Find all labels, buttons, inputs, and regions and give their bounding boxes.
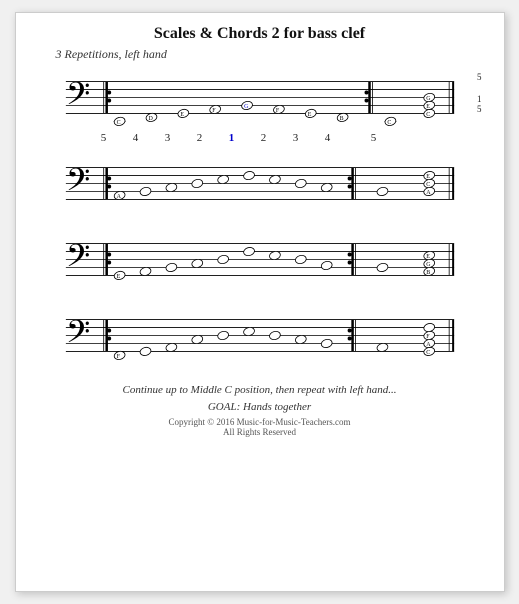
svg-text:E: E	[426, 174, 430, 180]
svg-text:D: D	[148, 116, 153, 122]
page-title: Scales & Chords 2 for bass clef	[154, 25, 365, 43]
svg-text:𝄢: 𝄢	[65, 239, 89, 281]
staff-svg-3: 𝄢 E	[36, 226, 484, 296]
svg-text:𝄢: 𝄢	[65, 315, 89, 357]
finger-right-1: 515	[477, 72, 482, 115]
copyright-line1: Copyright © 2016 Music-for-Music-Teacher…	[169, 417, 351, 427]
svg-text:E: E	[426, 254, 430, 260]
subtitle: 3 Repetitions, left hand	[56, 47, 167, 62]
svg-text:E: E	[180, 112, 184, 118]
staff-row-2: 𝄢 A	[36, 150, 484, 220]
svg-text:E: E	[307, 112, 311, 118]
footer-line1: Continue up to Middle C position, then r…	[123, 382, 397, 399]
footer-text: Continue up to Middle C position, then r…	[123, 382, 397, 415]
svg-text:A: A	[426, 342, 431, 348]
svg-text:A: A	[116, 194, 121, 200]
copyright-line2: All Rights Reserved	[169, 427, 351, 437]
svg-text:B: B	[339, 116, 343, 122]
svg-text:E: E	[116, 274, 120, 280]
svg-text:G: G	[244, 104, 249, 110]
staff-row-4: 𝄢 F	[36, 302, 484, 372]
svg-text:𝄢: 𝄢	[65, 163, 89, 205]
staff-svg-4: 𝄢 F	[36, 302, 484, 372]
page: Scales & Chords 2 for bass clef 3 Repeti…	[15, 12, 505, 592]
svg-text:C: C	[426, 350, 430, 356]
svg-text:𝄢: 𝄢	[65, 77, 89, 119]
svg-text:A: A	[426, 190, 431, 196]
svg-text:C: C	[387, 120, 391, 126]
footer-line2: GOAL: Hands together	[123, 399, 397, 416]
svg-text:E: E	[426, 104, 430, 110]
staff-row-3: 𝄢 E	[36, 226, 484, 296]
svg-text:B: B	[426, 270, 430, 276]
svg-text:C: C	[116, 120, 120, 126]
svg-text:C: C	[426, 112, 430, 118]
staff-row-1: 𝄢 C D E F	[36, 64, 484, 144]
svg-text:G: G	[426, 96, 431, 102]
staff-svg-2: 𝄢 A	[36, 150, 484, 220]
svg-text:C: C	[426, 182, 430, 188]
copyright: Copyright © 2016 Music-for-Music-Teacher…	[169, 417, 351, 437]
svg-text:G: G	[426, 262, 431, 268]
staff-svg-1: 𝄢 C D E F	[36, 64, 484, 134]
